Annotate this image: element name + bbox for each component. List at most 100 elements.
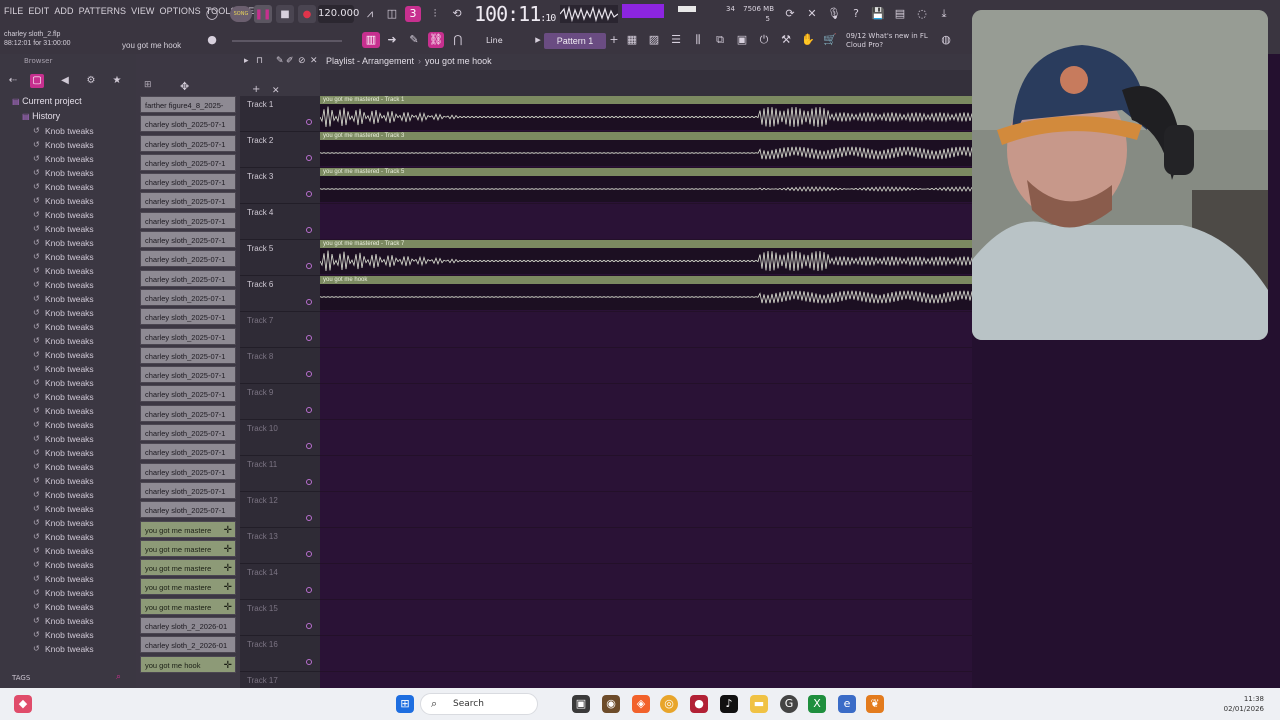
track-lane[interactable] [320, 420, 972, 456]
track-header[interactable]: Track 2 [240, 132, 320, 168]
picker-clip[interactable]: charley sloth_2025-07-1 [140, 404, 236, 422]
history-item[interactable]: ↺ Knob tweaks [0, 124, 136, 138]
track-header[interactable]: Track 5 [240, 240, 320, 276]
snap-selector[interactable]: Line [480, 34, 520, 48]
picker-clip[interactable]: you got me mastere ✛ [140, 520, 236, 538]
taskbar-clock[interactable]: 11:38 02/01/2026 [1224, 694, 1264, 714]
history-item[interactable]: ↺ Knob tweaks [0, 194, 136, 208]
chat-icon[interactable]: ◌ [914, 6, 930, 22]
track-lane[interactable]: you got me mastered - Track 7 [320, 240, 972, 276]
play-button[interactable]: ❚❚ [254, 5, 272, 23]
picker-move-icon[interactable]: ✥ [180, 80, 189, 93]
arrangement-icon[interactable]: ⧉ [712, 32, 728, 48]
track-enable-icon[interactable] [306, 659, 312, 665]
timeline-ruler[interactable] [320, 70, 972, 96]
track-enable-icon[interactable] [306, 443, 312, 449]
paint-icon[interactable]: ✐ [286, 56, 294, 66]
track-lane[interactable]: you got me hook [320, 276, 972, 312]
track-lane[interactable]: you got me mastered - Track 5 [320, 168, 972, 204]
stop-button[interactable]: ■ [276, 5, 294, 23]
history-item[interactable]: ↺ Knob tweaks [0, 432, 136, 446]
add-pattern-icon[interactable]: + [606, 32, 622, 48]
history-item[interactable]: ↺ Knob tweaks [0, 138, 136, 152]
track-header[interactable]: Track 11 [240, 456, 320, 492]
time-display[interactable]: 100:11:10 [474, 2, 556, 26]
track-header[interactable]: Track 14 [240, 564, 320, 600]
hand-icon[interactable]: ✋ [800, 32, 816, 48]
history-item[interactable]: ↺ Knob tweaks [0, 572, 136, 586]
audio-clip[interactable]: you got me hook [320, 276, 972, 310]
track-header[interactable]: Track 4 [240, 204, 320, 240]
current-project-filter-icon[interactable]: ▢ [30, 74, 44, 88]
wait-input-icon[interactable]: ◫ [384, 6, 400, 22]
history-item[interactable]: ↺ Knob tweaks [0, 264, 136, 278]
song-mode-toggle[interactable]: SONG [230, 6, 252, 22]
history-item[interactable]: ↺ Knob tweaks [0, 292, 136, 306]
render-icon[interactable]: ▤ [892, 6, 908, 22]
picker-clip[interactable]: charley sloth_2025-07-1 [140, 211, 236, 229]
menu-item-options[interactable]: OPTIONS [160, 6, 201, 16]
draw-icon[interactable]: ✎ [276, 56, 284, 66]
link-icon[interactable]: ⛓ [428, 32, 444, 48]
track-header[interactable]: Track 1 [240, 96, 320, 132]
history-item[interactable]: ↺ Knob tweaks [0, 558, 136, 572]
track-lane[interactable] [320, 528, 972, 564]
history-item[interactable]: ↺ Knob tweaks [0, 278, 136, 292]
master-pitch-slider[interactable] [232, 40, 342, 42]
track-enable-icon[interactable] [306, 155, 312, 161]
picker-clip[interactable]: you got me mastere ✛ [140, 597, 236, 615]
mute-icon[interactable]: ✕ [310, 56, 318, 66]
track-lane[interactable] [320, 564, 972, 600]
step-edit-icon[interactable]: ⫶ [427, 6, 443, 22]
history-item[interactable]: ↺ Knob tweaks [0, 600, 136, 614]
track-lane[interactable] [320, 348, 972, 384]
history-item[interactable]: ↺ Knob tweaks [0, 530, 136, 544]
audio-clip[interactable]: you got me mastered - Track 5 [320, 168, 972, 202]
history-item[interactable]: ↺ Knob tweaks [0, 628, 136, 642]
globe-icon[interactable]: ◍ [938, 32, 954, 48]
history-item[interactable]: ↺ Knob tweaks [0, 362, 136, 376]
panic-icon[interactable]: ✕ [804, 6, 820, 22]
picker-clip[interactable]: charley sloth_2_2026-01 [140, 617, 236, 635]
settings-icon[interactable]: ⚙ [84, 74, 98, 88]
speaker-icon[interactable]: ◀ [58, 74, 72, 88]
tags-label[interactable]: TAGS [12, 674, 30, 682]
star-icon[interactable]: ★ [110, 74, 124, 88]
track-enable-icon[interactable] [306, 587, 312, 593]
track-lane[interactable] [320, 204, 972, 240]
task-view-icon[interactable]: ▣ [572, 695, 590, 713]
track-lane[interactable] [320, 636, 972, 672]
magnet-icon[interactable]: ⋂ [450, 32, 466, 48]
picker-clip[interactable]: you got me mastere ✛ [140, 559, 236, 577]
track-lanes[interactable]: you got me mastered - Track 1 you got me … [320, 96, 972, 708]
picker-clip[interactable]: charley sloth_2025-07-1 [140, 424, 236, 442]
folder-icon[interactable]: ▬ [750, 695, 768, 713]
history-item[interactable]: ↺ Knob tweaks [0, 614, 136, 628]
picker-clip[interactable]: charley sloth_2025-07-1 [140, 366, 236, 384]
history-item[interactable]: ↺ Knob tweaks [0, 488, 136, 502]
picker-clip[interactable]: charley sloth_2025-07-1 [140, 192, 236, 210]
gog-icon[interactable]: G [780, 695, 798, 713]
history-item[interactable]: ↺ Knob tweaks [0, 306, 136, 320]
news-panel[interactable]: 09/12 What's new in FL Cloud Pro? [846, 32, 928, 50]
picker-clip[interactable]: charley sloth_2025-07-1 [140, 346, 236, 364]
menu-item-patterns[interactable]: PATTERNS [79, 6, 126, 16]
track-header[interactable]: Track 6 [240, 276, 320, 312]
picker-clip[interactable]: charley sloth_2025-07-1 [140, 443, 236, 461]
play-icon[interactable]: ▸ [244, 56, 249, 66]
tiktok-icon[interactable]: ♪ [720, 695, 738, 713]
picker-clip[interactable]: farther figure4_8_2025- [140, 96, 236, 113]
history-item[interactable]: ↺ Knob tweaks [0, 222, 136, 236]
track-enable-icon[interactable] [306, 119, 312, 125]
piano-roll-icon[interactable]: ▨ [646, 32, 662, 48]
save-icon[interactable]: 💾 [870, 6, 886, 22]
arrow-right-icon[interactable]: ➜ [384, 32, 400, 48]
history-item[interactable]: ↺ Knob tweaks [0, 390, 136, 404]
pencil-icon[interactable]: ✎ [406, 32, 422, 48]
widget-icon[interactable]: ◆ [14, 695, 32, 713]
edge-icon[interactable]: e [838, 695, 856, 713]
shop-icon[interactable]: 🛒 [822, 32, 838, 48]
track-enable-icon[interactable] [306, 407, 312, 413]
track-enable-icon[interactable] [306, 515, 312, 521]
picker-clip[interactable]: charley sloth_2025-07-1 [140, 385, 236, 403]
